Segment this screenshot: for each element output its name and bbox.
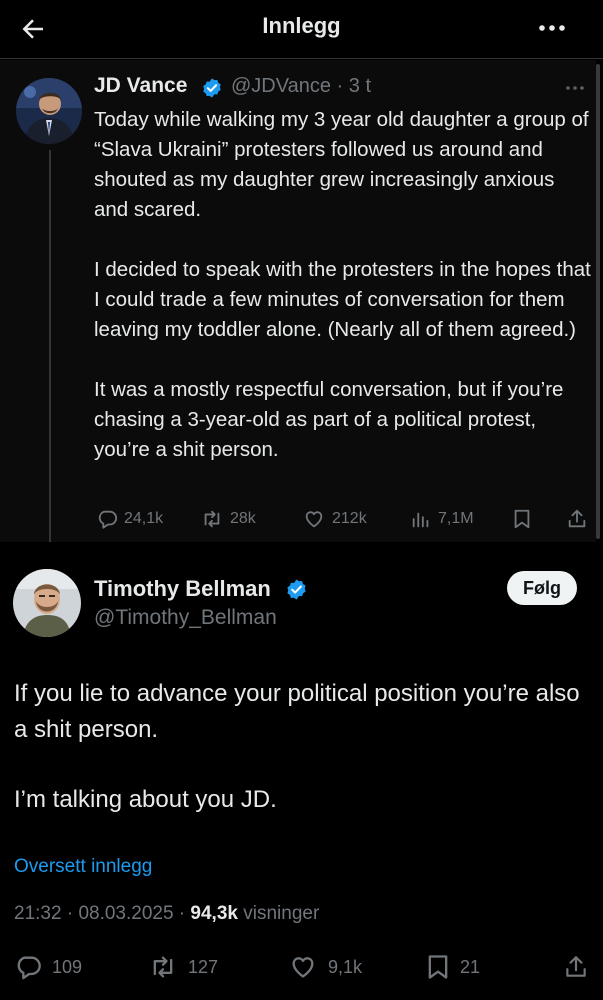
post-paragraph: It was a mostly respectful conversation,… bbox=[94, 378, 564, 461]
post-text: Today while walking my 3 year old daught… bbox=[94, 105, 594, 495]
post-paragraph: I’m talking about you JD. bbox=[14, 786, 277, 813]
more-horizontal-icon bbox=[539, 25, 565, 31]
avatar-jd-vance[interactable] bbox=[16, 78, 82, 144]
author-name[interactable]: Timothy Bellman bbox=[94, 576, 271, 602]
views-label: visninger bbox=[243, 903, 320, 924]
thread-line bbox=[49, 150, 51, 542]
repost-count: 127 bbox=[188, 956, 219, 977]
reply-button[interactable]: 24,1k bbox=[96, 507, 163, 531]
view-count: 94,3k bbox=[190, 903, 238, 924]
bookmark-button[interactable]: 21 bbox=[426, 953, 480, 981]
more-button[interactable] bbox=[535, 18, 575, 38]
share-icon bbox=[566, 956, 586, 977]
author-name[interactable]: JD Vance bbox=[94, 74, 187, 98]
post-paragraph: Today while walking my 3 year old daught… bbox=[94, 108, 589, 221]
views-chart-icon bbox=[412, 512, 429, 528]
like-button[interactable]: 9,1k bbox=[288, 953, 362, 981]
share-icon bbox=[568, 509, 586, 528]
more-horizontal-icon bbox=[566, 86, 584, 90]
post-time[interactable]: 3 t bbox=[349, 75, 371, 97]
post-date[interactable]: 08.03.2025 bbox=[78, 903, 173, 924]
dot-separator: · bbox=[61, 903, 79, 924]
post-paragraph: If you lie to advance your political pos… bbox=[14, 680, 580, 743]
bookmark-button[interactable] bbox=[512, 507, 538, 531]
verified-badge-icon bbox=[285, 578, 308, 601]
post-metadata: 21:32 · 08.03.2025 · 94,3k visninger bbox=[14, 903, 319, 925]
avatar-image bbox=[16, 78, 82, 144]
repost-icon bbox=[153, 956, 173, 978]
post-paragraph: I decided to speak with the protesters i… bbox=[94, 258, 591, 341]
more-button[interactable] bbox=[564, 84, 586, 92]
dot-separator: · bbox=[173, 903, 191, 924]
dot-separator: · bbox=[330, 75, 349, 97]
repost-count: 28k bbox=[230, 510, 256, 527]
views-button[interactable]: 7,1M bbox=[410, 507, 474, 531]
like-count: 212k bbox=[332, 510, 367, 527]
share-button[interactable] bbox=[566, 507, 594, 531]
author-handle-and-time: @JDVance · 3 t bbox=[231, 75, 371, 98]
page-title: Innlegg bbox=[262, 13, 341, 38]
reply-icon bbox=[17, 956, 41, 980]
header-divider bbox=[0, 58, 603, 59]
like-count: 9,1k bbox=[328, 956, 363, 977]
post-time[interactable]: 21:32 bbox=[14, 903, 62, 924]
reply-count: 109 bbox=[52, 956, 83, 977]
bookmark-icon bbox=[514, 509, 530, 529]
reply-count: 24,1k bbox=[124, 510, 164, 527]
avatar-image bbox=[13, 569, 81, 637]
share-button[interactable] bbox=[563, 953, 599, 981]
repost-icon bbox=[204, 510, 220, 528]
follow-button[interactable]: Følg bbox=[507, 571, 577, 605]
bookmark-icon bbox=[428, 955, 448, 979]
verified-badge-icon bbox=[201, 77, 223, 99]
translate-link[interactable]: Oversett innlegg bbox=[14, 856, 152, 878]
heart-icon bbox=[292, 957, 314, 978]
scrollbar[interactable] bbox=[596, 64, 600, 539]
post-text: If you lie to advance your political pos… bbox=[14, 676, 594, 852]
reply-button[interactable]: 109 bbox=[14, 953, 82, 981]
bookmark-count: 21 bbox=[460, 956, 481, 977]
view-count: 7,1M bbox=[438, 510, 474, 527]
author-handle[interactable]: @Timothy_Bellman bbox=[94, 606, 277, 630]
author-handle[interactable]: @JDVance bbox=[231, 75, 331, 97]
avatar-timothy-bellman[interactable] bbox=[13, 569, 81, 637]
like-button[interactable]: 212k bbox=[302, 507, 367, 531]
repost-button[interactable]: 127 bbox=[148, 953, 218, 981]
repost-button[interactable]: 28k bbox=[200, 507, 256, 531]
heart-icon bbox=[305, 511, 323, 528]
reply-icon bbox=[98, 510, 118, 529]
